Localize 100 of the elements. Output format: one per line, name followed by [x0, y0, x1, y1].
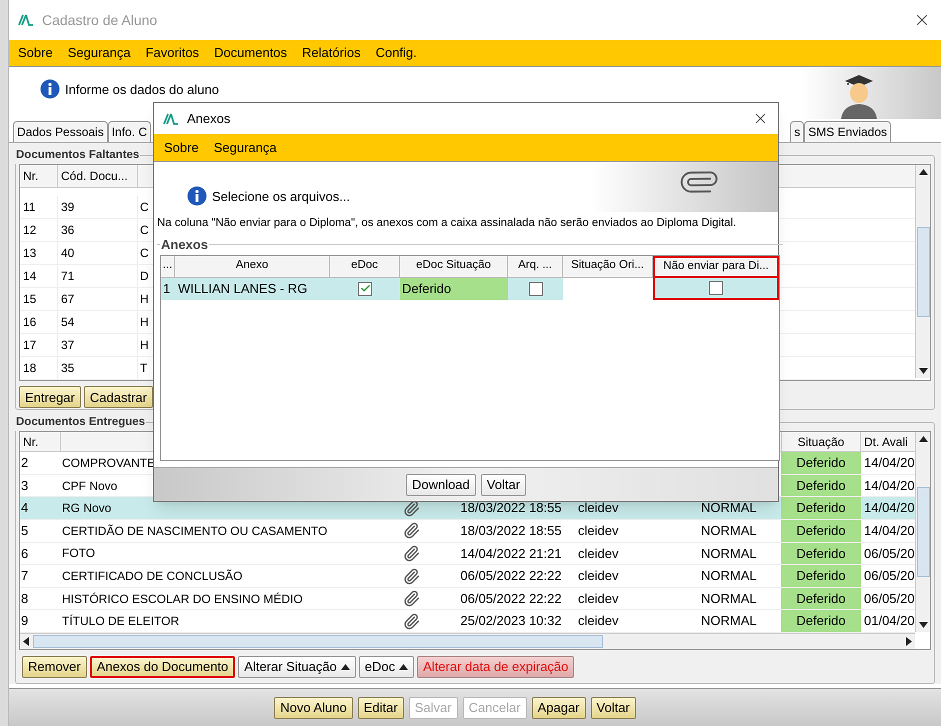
table-row[interactable]: 5 CERTIDÃO DE NASCIMENTO OU CASAMENTO 18/03/2022 18:55 cleidev NORMAL Deferido 14/04/20: [20, 520, 915, 543]
paperclip-icon[interactable]: [402, 544, 420, 562]
table-row[interactable]: 1 WILLIAN LANES - RG Deferido: [161, 278, 779, 300]
status-cell: Deferido: [781, 474, 861, 496]
button[interactable]: Remover: [22, 656, 87, 678]
tab[interactable]: s: [790, 121, 804, 142]
status-cell: Deferido: [781, 542, 861, 564]
check-icon: [360, 283, 370, 294]
button[interactable]: Voltar: [590, 696, 636, 718]
table-cell-text: C: [139, 199, 149, 216]
table-cell-text: TÍTULO DE ELEITOR: [61, 613, 180, 630]
checkbox[interactable]: [528, 282, 542, 296]
menu-item[interactable]: Sobre: [18, 43, 53, 63]
tab[interactable]: SMS Enviados: [804, 121, 891, 142]
paperclip-icon[interactable]: [402, 522, 420, 540]
table-cell-text: CERTIFICADO DE CONCLUSÃO: [61, 568, 244, 586]
menu-item[interactable]: Documentos: [214, 43, 288, 63]
column-header[interactable]: Nr.: [20, 432, 61, 452]
table-cell-text: HISTÓRICO ESCOLAR DO ENSINO MÉDIO: [61, 590, 304, 608]
table-cell-text: 1: [162, 280, 172, 298]
table-cell-text: 25/02/2023 10:32: [459, 612, 563, 630]
info-message: Selecione os arquivos...: [212, 188, 350, 206]
window-title: Cadastro de Aluno: [42, 10, 158, 30]
table-cell-text: 01/04/20: [863, 612, 915, 630]
tab[interactable]: Info. C: [108, 121, 152, 142]
info-icon: [187, 186, 207, 206]
menu-item[interactable]: Config.: [376, 43, 417, 63]
table-cell: 67: [58, 288, 138, 310]
menu-item[interactable]: Segurança: [68, 43, 131, 63]
column-header[interactable]: Situação: [781, 432, 861, 452]
button[interactable]: Cadastrar: [84, 386, 153, 408]
scrollbar[interactable]: [915, 165, 930, 378]
table-cell-text: 6: [20, 544, 30, 563]
table-cell-text: cleidev: [577, 590, 620, 608]
button[interactable]: Anexos do Documento: [90, 656, 236, 678]
menu-item[interactable]: Relatórios: [302, 43, 361, 63]
table-cell-text: NORMAL: [700, 612, 758, 630]
table-cell: 37: [58, 334, 138, 356]
table-cell: 40: [58, 242, 138, 264]
menu-item[interactable]: Favoritos: [146, 43, 200, 63]
table-cell-text: 8: [20, 590, 30, 608]
scroll-right-icon[interactable]: [906, 637, 912, 646]
column-header[interactable]: Cód. Docu...: [58, 165, 138, 188]
table-cell-text: WILLIAN LANES - RG: [177, 280, 308, 298]
table-cell: 36: [58, 219, 138, 242]
scroll-up-icon[interactable]: [918, 436, 928, 442]
table-cell-text: RG Novo: [61, 500, 112, 518]
group-title: Anexos: [160, 236, 209, 254]
paperclip-icon[interactable]: [402, 500, 420, 517]
button[interactable]: Alterar Situação: [238, 656, 356, 678]
button[interactable]: Entregar: [19, 386, 81, 408]
paperclip-icon[interactable]: [402, 590, 420, 608]
table-cell-text: 06/05/20: [863, 590, 915, 608]
caret-icon: [340, 664, 350, 670]
menu-item[interactable]: Sobre: [164, 138, 199, 158]
scroll-down-icon[interactable]: [918, 368, 928, 374]
table-row[interactable]: 9 TÍTULO DE ELEITOR 25/02/2023 10:32 cleidev NORMAL Deferido 01/04/20: [20, 610, 915, 633]
column-header[interactable]: Nr.: [20, 165, 58, 188]
button[interactable]: Download: [406, 474, 476, 496]
button[interactable]: Apagar: [532, 696, 586, 718]
table-cell-text: cleidev: [577, 544, 620, 563]
paperclip-icon[interactable]: [402, 568, 420, 585]
table-cell-text: C: [139, 222, 149, 240]
table-cell-text: 7: [20, 567, 30, 586]
menu-item[interactable]: Segurança: [214, 138, 277, 158]
caret-icon: [399, 664, 408, 670]
table-cell-text: cleidev: [577, 499, 620, 518]
scroll-down-icon[interactable]: [918, 622, 928, 628]
table-row[interactable]: 7 CERTIFICADO DE CONCLUSÃO 06/05/2022 22:22 cleidev NORMAL Deferido 06/05/20: [20, 565, 915, 588]
table-cell-text: NORMAL: [700, 499, 758, 518]
table-row[interactable]: 8 HISTÓRICO ESCOLAR DO ENSINO MÉDIO 06/05/2022 22:22 cleidev NORMAL Deferido 06/05/20: [20, 588, 915, 610]
column-header[interactable]: Não enviar para Di...: [653, 256, 779, 278]
table-cell-text: 5: [20, 522, 30, 540]
button[interactable]: Voltar: [480, 474, 526, 496]
logo-icon: [163, 112, 179, 124]
status-cell: Deferido: [781, 452, 861, 474]
scrollbar[interactable]: [20, 633, 915, 649]
table-cell-text: cleidev: [577, 612, 620, 630]
group-title: Documentos Faltantes: [15, 148, 140, 163]
checkbox[interactable]: [709, 280, 723, 295]
table-cell: 16: [20, 311, 58, 334]
column-header[interactable]: Dt. Avali: [861, 432, 915, 452]
table-cell-text: 9: [20, 612, 30, 630]
paperclip-icon[interactable]: [402, 612, 420, 630]
button[interactable]: Editar: [358, 696, 404, 718]
table-cell-text: CERTIDÃO DE NASCIMENTO OU CASAMENTO: [61, 522, 328, 540]
button[interactable]: Novo Aluno: [274, 696, 353, 718]
table-cell-text: 06/05/20: [863, 544, 915, 563]
scroll-up-icon[interactable]: [918, 169, 928, 176]
tab[interactable]: Dados Pessoais: [13, 121, 108, 142]
status-cell: Deferido: [781, 497, 861, 520]
checkbox[interactable]: [358, 282, 372, 296]
info-icon: [40, 79, 60, 99]
table-cell: 12: [20, 219, 58, 242]
scroll-left-icon[interactable]: [23, 637, 29, 646]
scrollbar[interactable]: [915, 432, 930, 632]
button[interactable]: eDoc: [358, 656, 414, 678]
table-row[interactable]: 6 FOTO 14/04/2022 21:21 cleidev NORMAL Deferido 06/05/20: [20, 542, 915, 566]
status-cell: Deferido: [781, 588, 861, 610]
table-cell-text: H: [139, 314, 149, 332]
